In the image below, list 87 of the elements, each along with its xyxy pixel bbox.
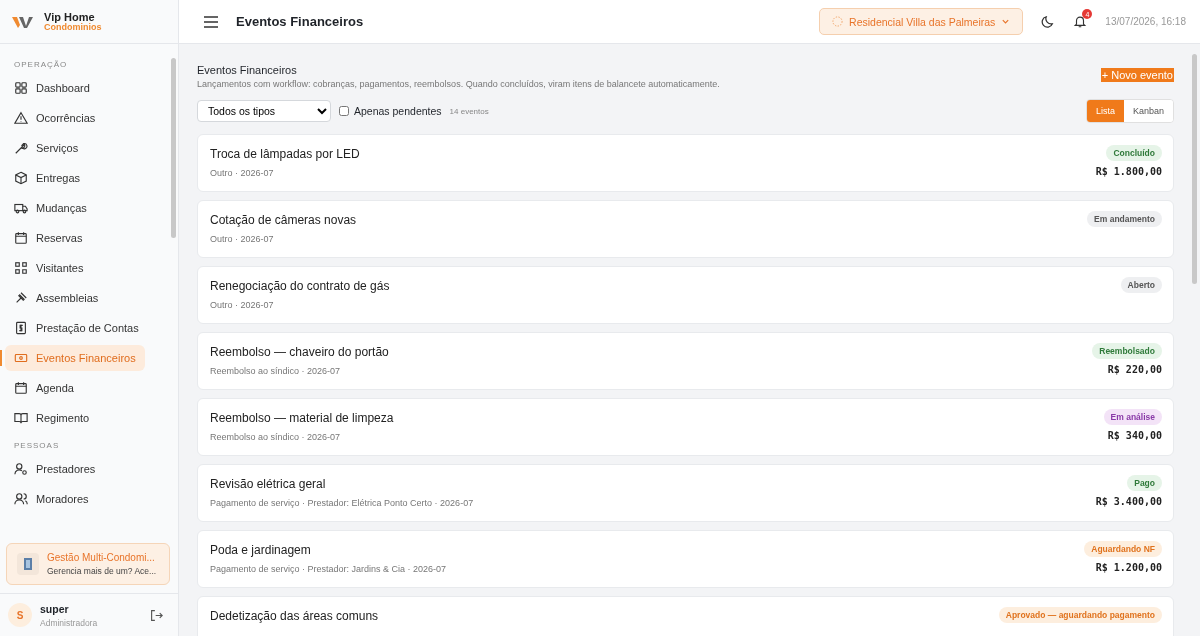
event-card[interactable]: Dedetização das áreas comuns Aprovado — aguardando pagamento: [197, 596, 1174, 636]
user-gear-icon: [14, 462, 28, 476]
section-heading: OPERAÇÃO: [13, 59, 69, 71]
status-badge: Pago: [1127, 475, 1162, 491]
event-meta: Outro · 2026-07: [210, 300, 275, 310]
event-amount: R$ 1.800,00: [1095, 166, 1162, 177]
pending-label: Apenas pendentes: [354, 105, 442, 117]
menu-icon[interactable]: [204, 15, 218, 28]
event-amount: R$ 1.200,00: [1095, 562, 1162, 573]
book-icon: [14, 411, 28, 425]
status-badge: Aberto: [1120, 277, 1162, 293]
event-card[interactable]: Revisão elétrica geral Pagamento de serviço · Prestador: Elétrica Ponto Certo · 2026-07 Pago R$ 3.400,00: [197, 464, 1174, 522]
event-amount: R$ 3.400,00: [1095, 496, 1162, 507]
status-badge: Concluído: [1106, 145, 1162, 161]
brand-tagline: Condominios: [44, 22, 102, 33]
moon-icon[interactable]: [1041, 14, 1056, 29]
section-heading: PESSOAS: [13, 440, 61, 452]
user-avatar: S: [8, 603, 32, 627]
sidebar-item[interactable]: Prestação de Contas: [5, 315, 148, 341]
status-badge: Reembolsado: [1092, 343, 1162, 359]
event-meta: Outro · 2026-07: [210, 234, 275, 244]
warning-icon: [14, 111, 28, 125]
event-meta: Reembolso ao síndico · 2026-07: [210, 366, 342, 376]
status-badge: Aguardando NF: [1084, 541, 1162, 557]
sidebar-item[interactable]: Entregas: [5, 165, 123, 191]
building-icon: [17, 553, 39, 575]
type-filter-select[interactable]: Todos os tipos: [197, 100, 331, 122]
logo-icon: [12, 14, 36, 29]
promo-title: Gestão Multi-Condomi...: [47, 552, 156, 563]
event-title: Reembolso — chaveiro do portão: [210, 345, 389, 359]
sidebar-item[interactable]: Ocorrências: [5, 105, 123, 131]
date-time: 13/07/2026, 16:18: [1105, 16, 1186, 27]
event-amount: R$ 340,00: [1107, 430, 1162, 441]
users-icon: [14, 492, 28, 506]
sidebar-item[interactable]: Reservas: [5, 225, 123, 251]
event-card[interactable]: Renegociação do contrato de gás Outro · 2026-07 Aberto: [197, 266, 1174, 324]
event-title: Revisão elétrica geral: [210, 477, 327, 491]
calendar-icon: [14, 231, 28, 245]
receipt-icon: [14, 321, 28, 335]
money-icon: [14, 351, 28, 365]
event-title: Reembolso — material de limpeza: [210, 411, 394, 425]
user-role: Administradora: [40, 617, 99, 628]
brand-name: Vip Home: [44, 10, 96, 23]
sidebar-item[interactable]: Serviços: [5, 135, 123, 161]
event-title: Renegociação do contrato de gás: [210, 279, 390, 293]
logout-icon[interactable]: [150, 608, 163, 622]
status-badge: Aprovado — aguardando pagamento: [998, 607, 1162, 623]
gavel-icon: [14, 291, 28, 305]
event-title: Cotação de câmeras novas: [210, 213, 357, 227]
sidebar-item[interactable]: Agenda: [5, 375, 123, 401]
spinner-icon: [832, 16, 844, 27]
status-badge: Em análise: [1103, 409, 1162, 425]
event-card[interactable]: Troca de lâmpadas por LED Outro · 2026-07 Concluído R$ 1.800,00: [197, 134, 1174, 192]
sidebar-item[interactable]: Mudanças: [5, 195, 123, 221]
truck-icon: [14, 201, 28, 215]
event-card[interactable]: Reembolso — chaveiro do portão Reembolso ao síndico · 2026-07 Reembolsado R$ 220,00: [197, 332, 1174, 390]
pending-checkbox[interactable]: [339, 106, 349, 116]
chevron-down-icon: [1001, 17, 1011, 26]
package-icon: [14, 171, 28, 185]
event-title: Poda e jardinagem: [210, 543, 312, 557]
page-subtitle: Lançamentos com workflow: cobranças, pagamentos, reembolsos. Quando concluídos, viram itens de balancete automaticamente.: [197, 79, 721, 89]
promo-text: Gerencia mais de um? Ace...: [47, 566, 157, 576]
dashboard-icon: [14, 81, 28, 95]
event-title: Troca de lâmpadas por LED: [210, 147, 360, 161]
event-meta: Pagamento de serviço · Prestador: Elétrica Ponto Certo · 2026-07: [210, 498, 474, 508]
sidebar-item[interactable]: Visitantes: [5, 255, 123, 281]
event-card[interactable]: Reembolso — material de limpeza Reembolso ao síndico · 2026-07 Em análise R$ 340,00: [197, 398, 1174, 456]
event-card[interactable]: Cotação de câmeras novas Outro · 2026-07 Em andamento: [197, 200, 1174, 258]
event-meta: Reembolso ao síndico · 2026-07: [210, 432, 342, 442]
event-meta: Pagamento de serviço · Prestador: Jardins & Cia · 2026-07: [210, 564, 447, 574]
bell-icon[interactable]: [1073, 14, 1088, 29]
calendar-icon: [14, 381, 28, 395]
sidebar-item[interactable]: Regimento: [5, 405, 123, 431]
sidebar-item[interactable]: Assembleias: [5, 285, 123, 311]
sidebar-item[interactable]: Prestadores: [5, 456, 123, 482]
event-amount: R$ 220,00: [1107, 364, 1162, 375]
event-count: 14 eventos: [449, 106, 489, 116]
event-meta: Outro · 2026-07: [210, 168, 275, 178]
page-header-title: Eventos Financeiros: [236, 14, 364, 29]
user-name: super: [40, 602, 70, 615]
event-card[interactable]: Poda e jardinagem Pagamento de serviço · Prestador: Jardins & Cia · 2026-07 Aguardando NF R$ 1.200,00: [197, 530, 1174, 588]
promo-card[interactable]: Gestão Multi-Condomi... Gerencia mais de um? Ace...: [6, 543, 170, 585]
page-title: Eventos Financeiros: [197, 64, 298, 76]
status-badge: Em andamento: [1087, 211, 1162, 227]
event-title: Dedetização das áreas comuns: [210, 609, 379, 623]
sidebar-item[interactable]: Dashboard: [5, 75, 123, 101]
sidebar-item[interactable]: Moradores: [5, 486, 123, 512]
